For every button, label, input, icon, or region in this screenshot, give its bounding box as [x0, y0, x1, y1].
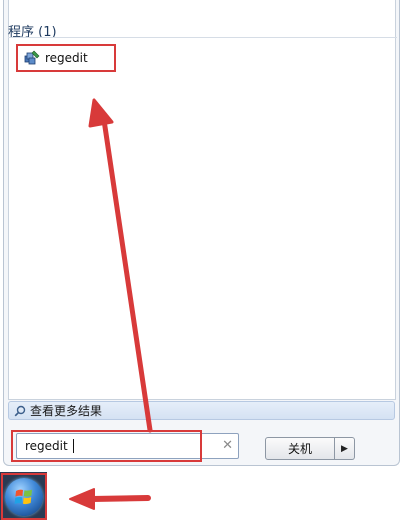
windows-logo-icon [5, 477, 43, 516]
shutdown-button[interactable]: 关机 [265, 437, 335, 460]
see-more-results-link[interactable]: 查看更多结果 [8, 401, 395, 420]
search-icon [14, 405, 26, 417]
close-icon[interactable]: ✕ [222, 438, 233, 454]
annotation-arrow-left [89, 495, 151, 502]
regedit-icon [24, 50, 40, 66]
shutdown-options-button[interactable]: ▶ [335, 437, 355, 460]
results-header-divider [8, 37, 397, 38]
annotation-arrowhead-left [69, 488, 95, 510]
shutdown-group: 关机 ▶ [265, 437, 355, 460]
result-item-regedit[interactable]: regedit [16, 44, 116, 72]
see-more-results-label: 查看更多结果 [30, 404, 103, 418]
result-item-label: regedit [45, 51, 88, 65]
search-input-value: regedit [25, 439, 68, 453]
search-input[interactable]: regedit ✕ [16, 433, 239, 459]
start-button[interactable] [1, 473, 47, 520]
text-caret [73, 439, 74, 453]
triangle-right-icon: ▶ [341, 443, 348, 454]
